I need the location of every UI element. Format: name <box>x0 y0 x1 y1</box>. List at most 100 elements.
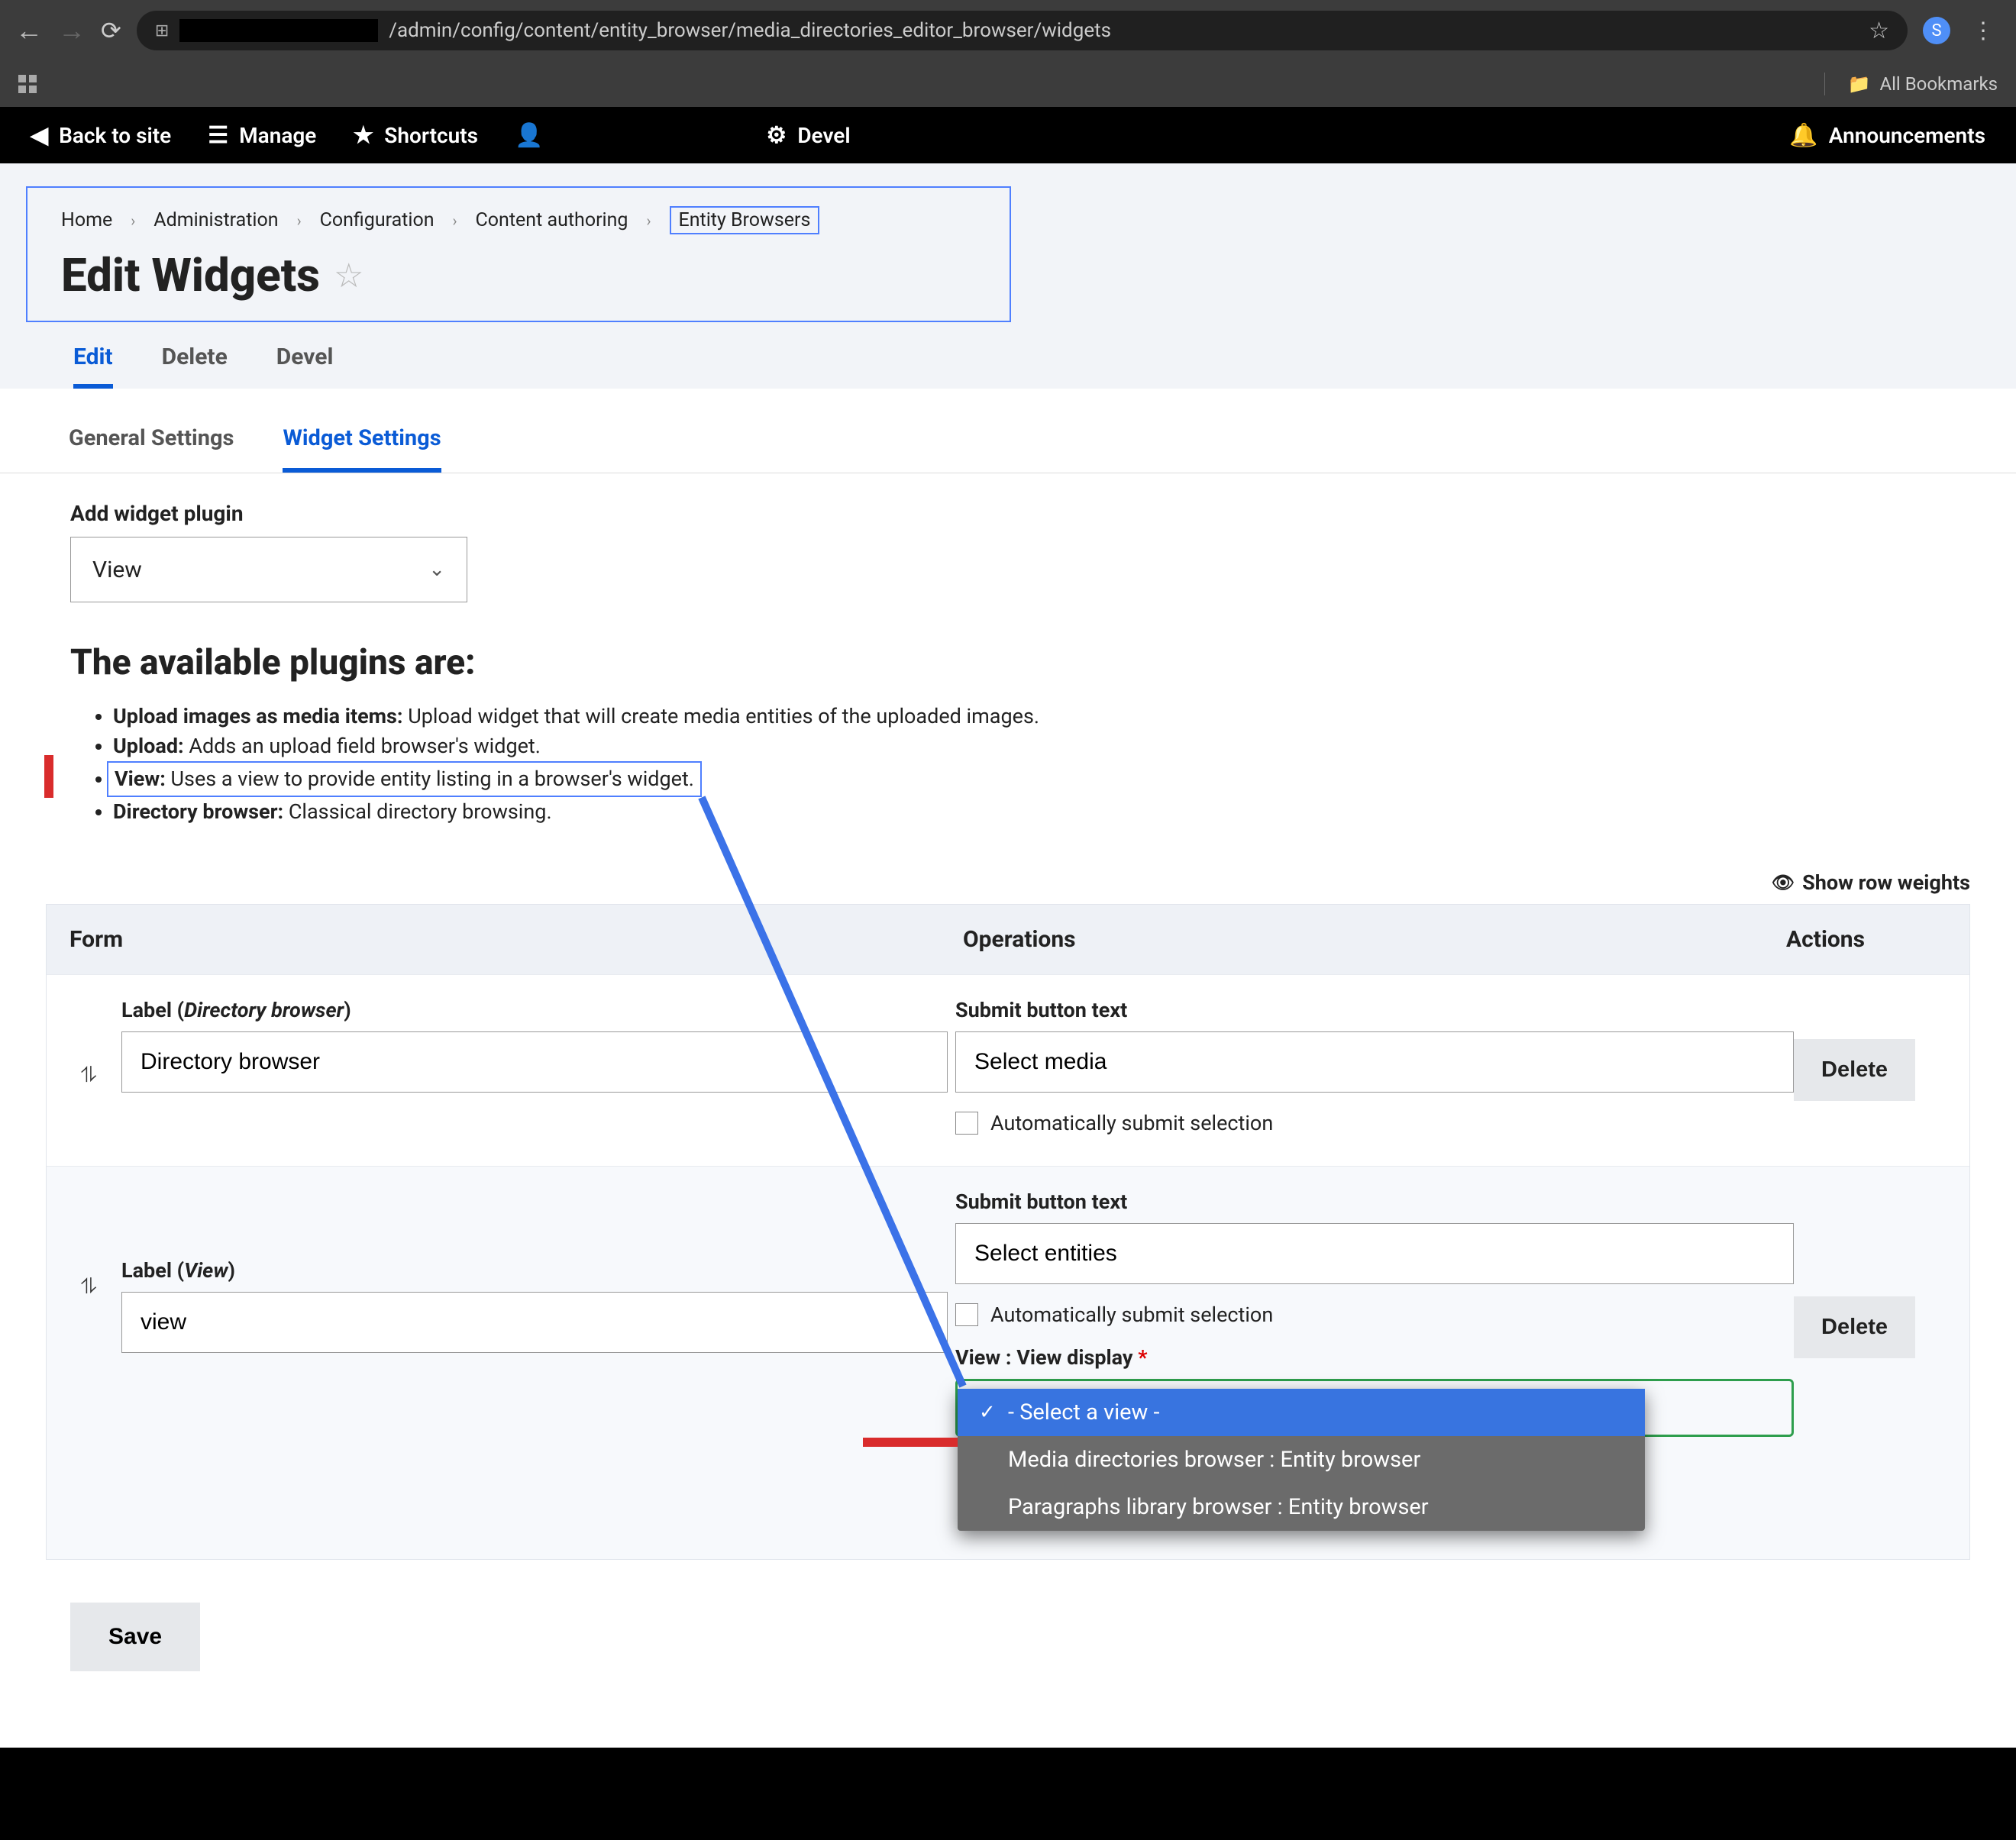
crumb-home[interactable]: Home <box>61 209 112 231</box>
widget-row: ⥮ Label (View) Submit button text Automa… <box>47 1166 1969 1559</box>
drag-handle-icon[interactable]: ⥮ <box>69 1190 108 1299</box>
eye-icon: 👁 <box>1772 872 1795 893</box>
submit-text-label: Submit button text <box>955 998 1794 1022</box>
label-field-label: Label (View) <box>121 1258 948 1283</box>
shortcuts-link[interactable]: ★ Shortcuts <box>334 122 496 149</box>
hamburger-icon: ☰ <box>208 122 228 149</box>
save-button[interactable]: Save <box>70 1603 200 1671</box>
browser-menu-icon[interactable]: ⋮ <box>1966 18 2001 44</box>
th-actions: Actions <box>1786 926 1947 953</box>
view-display-select[interactable]: ✓ - Select a view - Media directories br… <box>955 1379 1794 1437</box>
crumb-administration[interactable]: Administration <box>153 209 278 231</box>
view-display-label: View : View display * <box>955 1345 1794 1370</box>
plugin-name: Directory browser: <box>113 799 283 824</box>
star-icon: ★ <box>353 122 373 149</box>
forward-icon[interactable]: → <box>58 15 86 47</box>
divider <box>1824 73 1825 95</box>
th-operations: Operations <box>963 926 1786 953</box>
auto-submit-checkbox[interactable] <box>955 1112 978 1135</box>
crumb-configuration[interactable]: Configuration <box>320 209 435 231</box>
auto-submit-row: Automatically submit selection <box>955 1111 1794 1135</box>
breadcrumb: Home › Administration › Configuration › … <box>61 206 976 234</box>
tab-general-settings[interactable]: General Settings <box>69 425 234 473</box>
auto-submit-checkbox[interactable] <box>955 1303 978 1326</box>
table-header: Form Operations Actions <box>47 905 1969 974</box>
announcements-label: Announcements <box>1829 123 1985 148</box>
plugin-list-area: Upload images as media items: Upload wid… <box>70 702 1970 828</box>
tab-widget-settings[interactable]: Widget Settings <box>283 425 441 473</box>
crumb-entity-browsers[interactable]: Entity Browsers <box>670 206 820 234</box>
add-widget-section: Add widget plugin View ⌄ <box>46 501 1970 602</box>
secondary-tabs: General Settings Widget Settings <box>0 413 2016 473</box>
annotation-red-arrow <box>863 1438 958 1447</box>
page-title: Edit Widgets ☆ <box>61 248 976 302</box>
tab-delete[interactable]: Delete <box>162 344 228 389</box>
delete-button[interactable]: Delete <box>1794 1039 1915 1101</box>
submit-text-input[interactable] <box>955 1223 1794 1284</box>
back-to-site-label: Back to site <box>59 123 171 148</box>
back-to-site-link[interactable]: ◀ Back to site <box>12 122 189 149</box>
apps-grid-icon[interactable] <box>18 75 37 93</box>
url-bar[interactable]: ⊞ /admin/config/content/entity_browser/m… <box>137 11 1908 50</box>
browser-toolbar: ← → ⟳ ⊞ /admin/config/content/entity_bro… <box>0 0 2016 61</box>
add-widget-select[interactable]: View ⌄ <box>70 537 467 602</box>
crumb-content-authoring[interactable]: Content authoring <box>476 209 628 231</box>
user-icon: 👤 <box>515 122 543 149</box>
label-input[interactable] <box>121 1292 948 1353</box>
chevron-right-icon: › <box>131 211 135 230</box>
available-plugins-heading: The available plugins are: <box>70 642 1970 683</box>
option-label: Media directories browser : Entity brows… <box>1008 1447 1420 1473</box>
favorite-star-icon[interactable]: ☆ <box>334 256 363 295</box>
operations-column: Submit button text Automatically submit … <box>948 998 1794 1135</box>
site-settings-icon[interactable]: ⊞ <box>155 21 169 40</box>
actions-column: Delete <box>1794 998 1947 1101</box>
plugin-desc: Classical directory browsing. <box>283 799 551 824</box>
option-label: - Select a view - <box>1008 1399 1160 1425</box>
plugin-item: Directory browser: Classical directory b… <box>113 797 1970 827</box>
operations-column: Submit button text Automatically submit … <box>948 1190 1794 1437</box>
gear-icon: ⚙ <box>766 122 787 149</box>
actions-column: Delete <box>1794 1190 1947 1358</box>
back-icon[interactable]: ← <box>15 15 43 47</box>
plugin-desc: Adds an upload field browser's widget. <box>184 734 541 758</box>
content-region: General Settings Widget Settings Add wid… <box>0 389 2016 1748</box>
username-redacted <box>554 124 729 146</box>
manage-label: Manage <box>239 123 316 148</box>
bookmark-star-icon[interactable]: ☆ <box>1869 18 1889 44</box>
user-link[interactable]: 👤 <box>496 122 748 149</box>
submit-text-input[interactable] <box>955 1031 1794 1093</box>
chevron-right-icon: › <box>646 211 651 230</box>
bell-icon: 🔔 <box>1789 122 1817 149</box>
page-header-region: Home › Administration › Configuration › … <box>0 163 2016 389</box>
label-input[interactable] <box>121 1031 948 1093</box>
widget-row: ⥮ Label (Directory browser) Submit butto… <box>47 974 1969 1166</box>
show-row-weights-toggle[interactable]: 👁 Show row weights <box>46 870 1970 895</box>
add-widget-value: View <box>92 557 142 583</box>
folder-icon: 📁 <box>1848 73 1871 95</box>
tab-edit[interactable]: Edit <box>73 344 113 389</box>
plugin-name: Upload images as media items: <box>113 704 403 728</box>
check-icon: ✓ <box>979 1401 997 1424</box>
submit-text-label: Submit button text <box>955 1190 1794 1214</box>
dropdown-option[interactable]: Paragraphs library browser : Entity brow… <box>958 1483 1645 1531</box>
manage-link[interactable]: ☰ Manage <box>189 122 334 149</box>
plugin-item: Upload images as media items: Upload wid… <box>113 702 1970 731</box>
drag-handle-icon[interactable]: ⥮ <box>69 998 108 1088</box>
dropdown-option[interactable]: Media directories browser : Entity brows… <box>958 1436 1645 1483</box>
profile-avatar[interactable]: S <box>1923 17 1950 44</box>
add-widget-label: Add widget plugin <box>70 501 1970 526</box>
bookmarks-bar: 📁 All Bookmarks <box>0 61 2016 107</box>
label-field-label: Label (Directory browser) <box>121 998 948 1022</box>
announcements-link[interactable]: 🔔 Announcements <box>1789 122 2004 149</box>
reload-icon[interactable]: ⟳ <box>101 16 121 45</box>
plugin-name: Upload: <box>113 734 184 758</box>
tab-devel[interactable]: Devel <box>276 344 334 389</box>
dropdown-option-placeholder[interactable]: ✓ - Select a view - <box>958 1389 1645 1436</box>
all-bookmarks-link[interactable]: All Bookmarks <box>1879 73 1998 95</box>
delete-button[interactable]: Delete <box>1794 1296 1915 1358</box>
plugin-desc: Uses a view to provide entity listing in… <box>166 767 694 791</box>
admin-toolbar: ◀ Back to site ☰ Manage ★ Shortcuts 👤 ⚙ … <box>0 107 2016 163</box>
auto-submit-row: Automatically submit selection <box>955 1303 1794 1327</box>
required-marker: * <box>1138 1345 1147 1370</box>
devel-link[interactable]: ⚙ Devel <box>748 122 868 149</box>
